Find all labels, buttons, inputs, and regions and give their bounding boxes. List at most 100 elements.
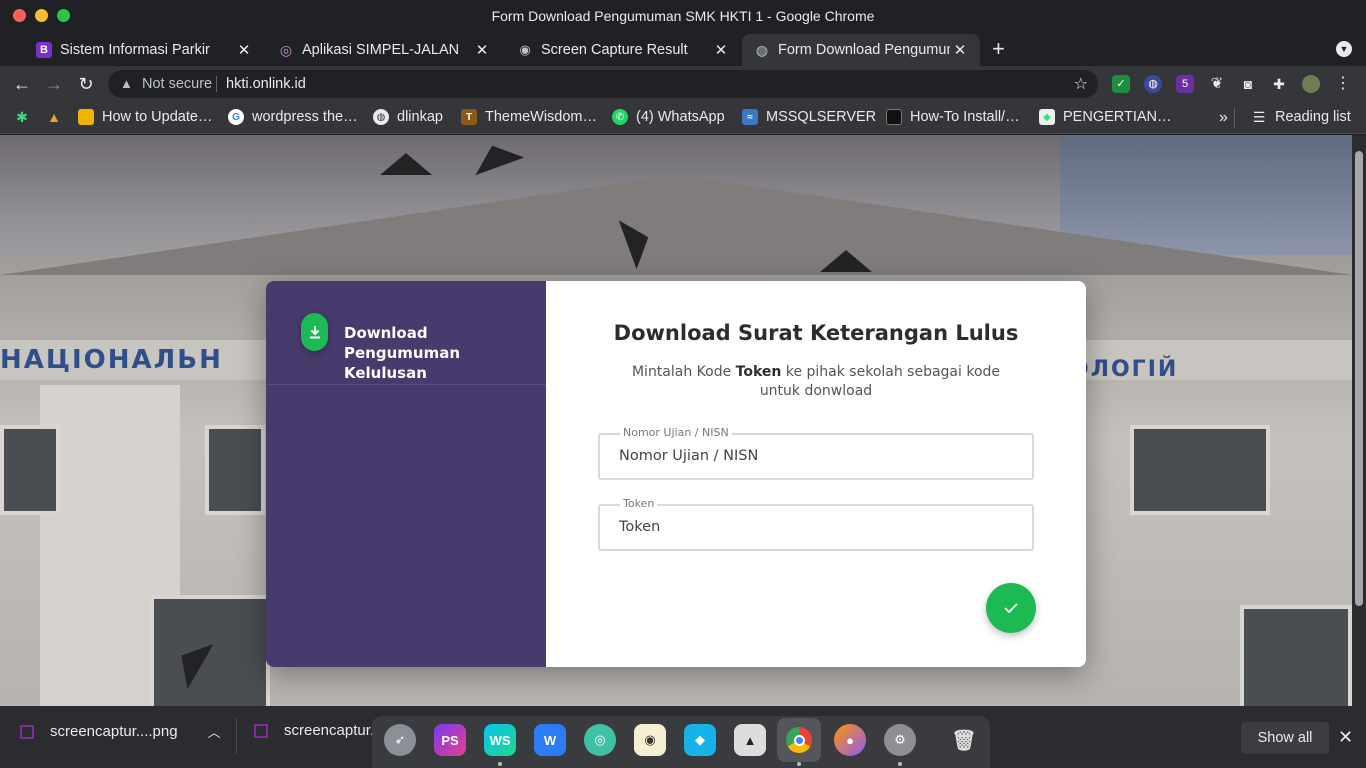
bookmarks-bar: ✱ ▲ How to Update… Gwordpress the… ◍ dlin…	[0, 102, 1366, 134]
tab-close-icon[interactable]: ✕	[711, 41, 731, 59]
tab-form-download[interactable]: ◍ Form Download Pengumuman SMK HKTI 1 ✕	[742, 34, 980, 66]
bookmark-how-to-install[interactable]: How-To Install/…	[886, 109, 1020, 125]
camera-icon: ◉	[519, 42, 531, 57]
forward-arrow-icon[interactable]: →	[42, 72, 66, 96]
trash-icon[interactable]: 🗑	[948, 724, 980, 756]
window-title: Form Download Pengumuman SMK HKTI 1 - Go…	[491, 8, 875, 24]
bookmark-how-to-update[interactable]: How to Update…	[78, 109, 212, 125]
window-titlebar: Form Download Pengumuman SMK HKTI 1 - Go…	[0, 0, 1366, 32]
close-download-shelf-icon[interactable]: ✕	[1338, 727, 1353, 748]
bookmark-dlinkap[interactable]: ◍ dlinkap	[373, 109, 443, 125]
puzzle-extensions-icon[interactable]: ✚	[1270, 75, 1288, 93]
address-bar[interactable]: ▲ Not secure hkti.onlink.id ☆	[108, 70, 1098, 98]
tab-close-icon[interactable]: ✕	[950, 41, 970, 59]
wizard-step-label: Download Pengumuman Kelulusan	[344, 323, 546, 383]
firefox-icon[interactable]: ●	[834, 724, 866, 756]
reading-list-button[interactable]: ☰ Reading list	[1251, 108, 1351, 126]
back-arrow-icon[interactable]: ←	[10, 72, 34, 96]
tab-search-icon[interactable]: ▼	[1336, 41, 1352, 57]
chrome-icon	[786, 727, 812, 753]
tab-label: Screen Capture Result	[541, 42, 688, 58]
settings-icon[interactable]: ⚙	[884, 724, 916, 756]
bookmark-pengertian[interactable]: ◆ PENGERTIAN…	[1039, 109, 1172, 125]
extension-badge-icon[interactable]: 5	[1176, 75, 1194, 93]
reload-icon[interactable]: ↻	[74, 72, 98, 96]
ninja-extension-icon[interactable]: ❦	[1208, 75, 1226, 93]
download-item[interactable]: screencaptur....png ︿	[20, 722, 221, 741]
graduation-cap-image	[820, 250, 872, 272]
tab-close-icon[interactable]: ✕	[234, 41, 254, 59]
whatsapp-icon: ✆	[612, 109, 628, 125]
tab-aplikasi-simpel-jalan[interactable]: ◎ Aplikasi SIMPEL-JALAN ✕	[266, 34, 502, 66]
show-all-downloads-button[interactable]: Show all	[1241, 722, 1329, 754]
url-text[interactable]: hkti.onlink.id	[226, 76, 306, 92]
graduation-cap-image	[467, 136, 525, 176]
webstorm-icon[interactable]: WS	[484, 724, 516, 756]
security-label[interactable]: Not secure	[142, 76, 212, 92]
reading-list-label: Reading list	[1275, 109, 1351, 125]
shield-extension-icon[interactable]: ✓	[1112, 75, 1130, 93]
launchpad-icon[interactable]: ➶	[384, 724, 416, 756]
download-filename: screencaptur...	[284, 722, 383, 739]
download-shelf: screencaptur....png ︿ screencaptur... ➶ …	[0, 706, 1366, 768]
subtitle-prefix: Mintalah Kode	[631, 364, 736, 380]
background-window	[150, 595, 270, 706]
vpn-extension-icon[interactable]: ◍	[1144, 75, 1162, 93]
chrome-dock-button[interactable]	[777, 718, 821, 762]
gitkraken-icon[interactable]: ◎	[584, 724, 616, 756]
reading-list-icon: ☰	[1252, 108, 1266, 125]
nisn-input[interactable]	[619, 444, 1019, 468]
download-filename: screencaptur....png	[50, 723, 178, 740]
bookmark-themewisdom[interactable]: T ThemeWisdom…	[461, 109, 597, 125]
menu-kebab-icon[interactable]: ⋮	[1334, 75, 1352, 93]
phpstorm-icon[interactable]: PS	[434, 724, 466, 756]
scrollbar-thumb[interactable]	[1355, 151, 1363, 606]
kodi-icon[interactable]: ◆	[684, 724, 716, 756]
running-indicator	[797, 762, 801, 766]
app-dock: ➶ PS WS W ◎ ◉ ◆ ▲ ● ⚙ 🗑	[372, 716, 990, 768]
background-window	[1130, 425, 1270, 515]
tab-label: Aplikasi SIMPEL-JALAN	[302, 42, 460, 58]
submit-button[interactable]	[986, 583, 1036, 633]
camera-extension-icon[interactable]: ◙	[1239, 75, 1257, 93]
bookmark-app-icon-2[interactable]: ▲	[46, 109, 70, 125]
bookmark-mssqlserver[interactable]: ≈ MSSQLSERVER	[742, 109, 876, 125]
bookmark-whatsapp[interactable]: ✆ (4) WhatsApp	[612, 109, 725, 125]
page-scrollbar[interactable]	[1352, 135, 1366, 706]
bookmark-star-icon[interactable]: ☆	[1074, 74, 1088, 94]
vlc-icon[interactable]: ◉	[634, 724, 666, 756]
address-divider	[216, 76, 217, 92]
background-window	[0, 425, 60, 515]
tab-screen-capture-result[interactable]: ◉ Screen Capture Result ✕	[505, 34, 741, 66]
token-input[interactable]	[619, 515, 1019, 539]
bookmark-app-icon-1[interactable]: ✱	[14, 109, 38, 125]
inkscape-icon[interactable]: ▲	[734, 724, 766, 756]
bookmarks-overflow-icon[interactable]: »	[1219, 109, 1228, 127]
wizard-step-download[interactable]: Download Pengumuman Kelulusan	[266, 281, 546, 385]
background-sign-right: ОЛОГІЙ	[1070, 357, 1179, 382]
warning-icon[interactable]: ▲	[120, 76, 133, 91]
wps-icon[interactable]: W	[534, 724, 566, 756]
globe-icon: ◍	[755, 41, 769, 58]
profile-avatar[interactable]	[1302, 75, 1320, 93]
token-field: Token	[598, 497, 1034, 551]
tab-sistem-informasi-parkir[interactable]: B Sistem Informasi Parkir ✕	[24, 34, 264, 66]
extension-badge-count: 5	[1181, 78, 1189, 90]
tab-close-icon[interactable]: ✕	[472, 41, 492, 59]
form-panel: Download Surat Keterangan Lulus Mintalah…	[546, 281, 1086, 667]
android-icon: ◆	[1039, 109, 1055, 125]
chevron-up-icon[interactable]: ︿	[208, 722, 221, 741]
folder-icon	[78, 109, 94, 125]
wizard-step-label-line1: Download	[344, 324, 428, 342]
background-roof	[0, 175, 1352, 275]
bookmark-icon	[886, 109, 902, 125]
new-tab-button[interactable]: +	[992, 36, 1005, 62]
bug-icon: ✱	[16, 108, 28, 125]
bookmark-label: PENGERTIAN…	[1063, 109, 1172, 125]
browser-toolbar: ← → ↻ ▲ Not secure hkti.onlink.id ☆ ✓ ◍ …	[0, 66, 1366, 102]
checkmark-icon	[1004, 603, 1018, 614]
download-item[interactable]: screencaptur...	[254, 722, 382, 739]
bookmark-wordpress[interactable]: Gwordpress the…	[228, 109, 358, 125]
token-field-label: Token	[620, 497, 658, 510]
bookmark-label: How-To Install/…	[910, 109, 1020, 125]
